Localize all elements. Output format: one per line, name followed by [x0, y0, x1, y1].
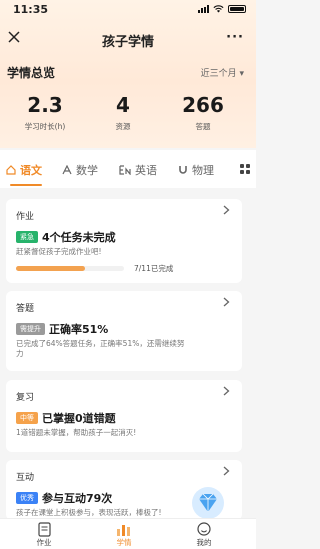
card-subtext: 孩子在课堂上积极参与，表现活跃，棒极了! — [16, 508, 162, 517]
stat-study-time: 2.3 学习时长(h) — [5, 93, 85, 132]
progress-fill — [16, 266, 85, 271]
chevron-right-icon — [223, 297, 230, 307]
card-title: 复习 — [16, 393, 35, 403]
nav-bar: 孩子学情 ··· — [0, 28, 256, 52]
home-icon — [6, 165, 16, 175]
bottom-tab-label: 作业 — [36, 538, 52, 547]
card-title: 互动 — [16, 473, 35, 483]
card-main-text: 4个任务未完成 — [42, 231, 116, 244]
bottom-tab-label: 我的 — [196, 538, 212, 547]
homework-card[interactable]: 作业 紧急 4个任务未完成 赶紧督促孩子完成作业吧! 7/11已完成 — [6, 199, 242, 283]
stat-label: 资源 — [115, 122, 131, 131]
status-bar: 11:35 — [0, 0, 256, 20]
wifi-icon — [213, 5, 224, 13]
tab-english[interactable]: 英语 — [119, 162, 157, 178]
homework-icon — [37, 521, 51, 537]
status-badge: 紧急 — [16, 231, 38, 243]
tab-label: 物理 — [192, 164, 214, 177]
card-title: 作业 — [16, 212, 35, 222]
progress-label: 7/11已完成 — [134, 264, 174, 273]
overview-title: 学情总览 — [7, 66, 56, 80]
quiz-card[interactable]: 答题 需提升 正确率51% 已完成了64%答题任务，正确率51%，还需继续努力 — [6, 291, 242, 371]
tab-label: 英语 — [135, 164, 157, 177]
review-card[interactable]: 复习 中等 已掌握0道错题 1道错题未掌握，帮助孩子一起消灭! — [6, 380, 242, 452]
page-title: 孩子学情 — [101, 35, 154, 50]
bottom-tab-homework[interactable]: 作业 — [14, 521, 74, 548]
tab-math[interactable]: 数学 — [62, 162, 98, 178]
card-main-text: 已掌握0道错题 — [42, 412, 116, 425]
status-badge: 优秀 — [16, 492, 38, 504]
signal-icon — [198, 5, 209, 13]
profile-icon — [197, 522, 211, 536]
english-icon — [119, 165, 131, 175]
tab-label: 数学 — [76, 164, 98, 177]
card-title: 答题 — [16, 304, 35, 314]
card-main-text: 正确率51% — [49, 323, 109, 336]
magnet-icon — [179, 166, 187, 174]
bar-chart-icon — [117, 525, 130, 536]
stat-label: 学习时长(h) — [24, 122, 66, 131]
more-icon[interactable]: ··· — [226, 30, 244, 45]
chevron-down-icon: ▾ — [239, 69, 244, 79]
stat-value: 2.3 — [27, 93, 63, 117]
battery-icon — [228, 5, 246, 13]
stat-value: 4 — [116, 93, 130, 117]
card-subtext: 已完成了64%答题任务，正确率51%，还需继续努力 — [16, 339, 185, 358]
active-tab-indicator — [10, 184, 42, 186]
progress-bar — [16, 266, 124, 271]
subject-tabs: 语文 数学 英语 物理 — [0, 150, 256, 188]
math-icon — [62, 165, 72, 175]
chevron-right-icon — [223, 386, 230, 396]
card-subtext: 1道错题未掌握，帮助孩子一起消灭! — [16, 428, 137, 437]
tab-chinese[interactable]: 语文 — [6, 162, 42, 178]
bottom-tab-label: 学情 — [116, 538, 132, 547]
tab-label: 语文 — [20, 164, 42, 177]
stat-answers: 266 答题 — [163, 93, 243, 132]
status-badge: 需提升 — [16, 323, 45, 335]
grid-icon[interactable] — [240, 164, 250, 174]
chevron-right-icon — [223, 205, 230, 215]
status-time: 11:35 — [13, 3, 49, 16]
bottom-tab-study[interactable]: 学情 — [94, 521, 154, 548]
stat-value: 266 — [182, 93, 224, 117]
bottom-nav: 作业 学情 我的 — [0, 518, 256, 549]
status-badge: 中等 — [16, 412, 38, 424]
period-select[interactable]: 近三个月 ▾ — [201, 66, 244, 79]
period-label: 近三个月 — [200, 69, 237, 79]
bottom-tab-profile[interactable]: 我的 — [174, 521, 234, 548]
tab-physics[interactable]: 物理 — [178, 162, 214, 178]
stat-label: 答题 — [195, 122, 211, 131]
diamond-badge-icon — [192, 487, 224, 519]
chevron-right-icon — [223, 466, 230, 476]
card-subtext: 赶紧督促孩子完成作业吧! — [16, 247, 102, 256]
stat-resources: 4 资源 — [83, 93, 163, 132]
card-main-text: 参与互动79次 — [42, 492, 113, 505]
